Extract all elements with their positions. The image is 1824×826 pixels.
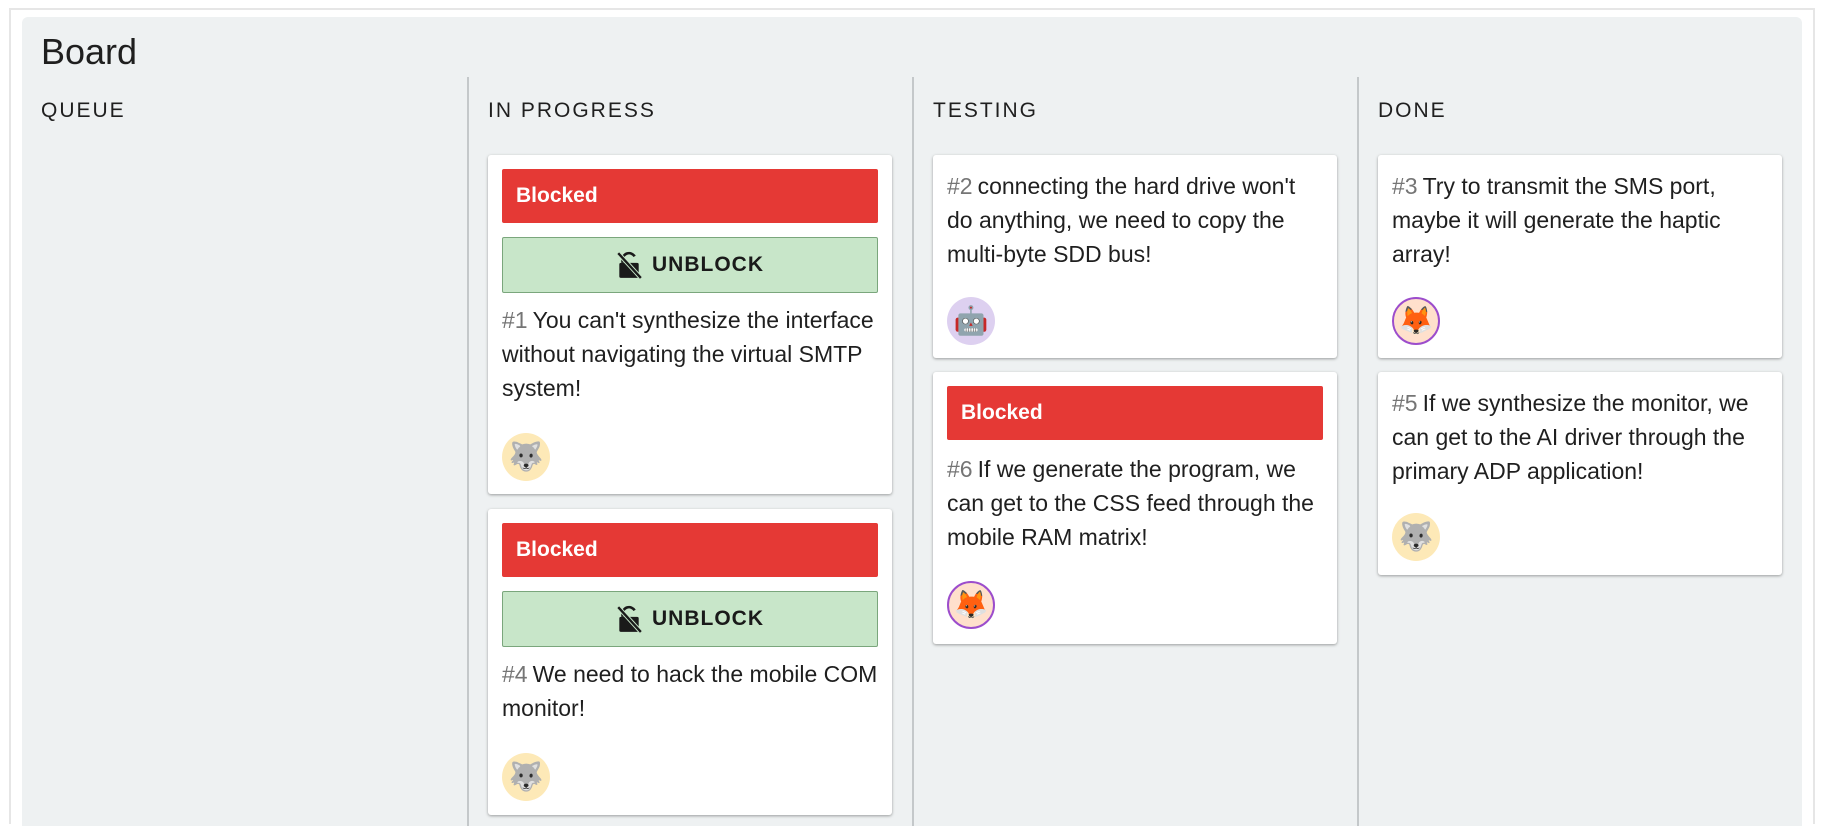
- unblock-button-label: UNBLOCK: [652, 607, 764, 630]
- card-text: #1 You can't synthesize the interface wit…: [502, 303, 878, 405]
- card-description: connecting the hard drive won't do anyth…: [947, 173, 1296, 267]
- column-title-done: DONE: [1378, 99, 1447, 122]
- lock-off-icon: [616, 251, 642, 279]
- unblock-button-label: UNBLOCK: [652, 253, 764, 276]
- avatar-fox[interactable]: 🦊: [1392, 297, 1440, 345]
- card-number: #1: [502, 307, 528, 333]
- avatar-wolf[interactable]: 🐺: [502, 753, 550, 801]
- column-title-in-progress: IN PROGRESS: [488, 99, 656, 122]
- card-description: We need to hack the mobile COM monitor!: [502, 661, 878, 721]
- card-number: #5: [1392, 390, 1418, 416]
- card-number: #4: [502, 661, 528, 687]
- avatar-wolf[interactable]: 🐺: [502, 433, 550, 481]
- card-number: #6: [947, 456, 973, 482]
- column-done: DONE #3 Try to transmit the SMS port, may…: [1357, 77, 1802, 826]
- card-text: #6 If we generate the program, we can get…: [947, 452, 1323, 554]
- unblock-button[interactable]: UNBLOCK: [502, 591, 878, 647]
- card-number: #2: [947, 173, 973, 199]
- kanban-board: Board QUEUE IN PROGRESS Blocked UNBLOCK …: [22, 17, 1802, 826]
- avatar-robot[interactable]: 🤖: [947, 297, 995, 345]
- avatar-fox[interactable]: 🦊: [947, 581, 995, 629]
- card-text: #3 Try to transmit the SMS port, maybe it…: [1392, 169, 1768, 271]
- card-6[interactable]: Blocked #6 If we generate the program, we…: [933, 372, 1337, 644]
- card-description: If we synthesize the monitor, we can get…: [1392, 390, 1749, 484]
- card-5[interactable]: #5 If we synthesize the monitor, we can g…: [1378, 372, 1782, 575]
- column-title-testing: TESTING: [933, 99, 1039, 122]
- column-queue: QUEUE: [22, 77, 467, 826]
- column-title-queue: QUEUE: [41, 99, 126, 122]
- card-text: #2 connecting the hard drive won't do any…: [947, 169, 1323, 271]
- card-description: If we generate the program, we can get t…: [947, 456, 1314, 550]
- blocked-banner: Blocked: [502, 169, 878, 223]
- card-2[interactable]: #2 connecting the hard drive won't do any…: [933, 155, 1337, 358]
- blocked-banner: Blocked: [947, 386, 1323, 440]
- card-text: #4 We need to hack the mobile COM monitor…: [502, 657, 878, 725]
- blocked-banner: Blocked: [502, 523, 878, 577]
- column-testing: TESTING #2 connecting the hard drive won'…: [912, 77, 1357, 826]
- app-frame: Board QUEUE IN PROGRESS Blocked UNBLOCK …: [9, 8, 1815, 826]
- board-columns: QUEUE IN PROGRESS Blocked UNBLOCK #1 You…: [22, 77, 1802, 826]
- card-description: Try to transmit the SMS port, maybe it w…: [1392, 173, 1721, 267]
- lock-off-icon: [616, 605, 642, 633]
- card-number: #3: [1392, 173, 1418, 199]
- card-4[interactable]: Blocked UNBLOCK #4 We need to hack the mo…: [488, 509, 892, 815]
- card-description: You can't synthesize the interface witho…: [502, 307, 874, 401]
- unblock-button[interactable]: UNBLOCK: [502, 237, 878, 293]
- column-in-progress: IN PROGRESS Blocked UNBLOCK #1 You can't …: [467, 77, 912, 826]
- avatar-wolf[interactable]: 🐺: [1392, 513, 1440, 561]
- card-text: #5 If we synthesize the monitor, we can g…: [1392, 386, 1768, 488]
- card-3[interactable]: #3 Try to transmit the SMS port, maybe it…: [1378, 155, 1782, 358]
- page-title: Board: [41, 31, 138, 72]
- card-1[interactable]: Blocked UNBLOCK #1 You can't synthesize t…: [488, 155, 892, 494]
